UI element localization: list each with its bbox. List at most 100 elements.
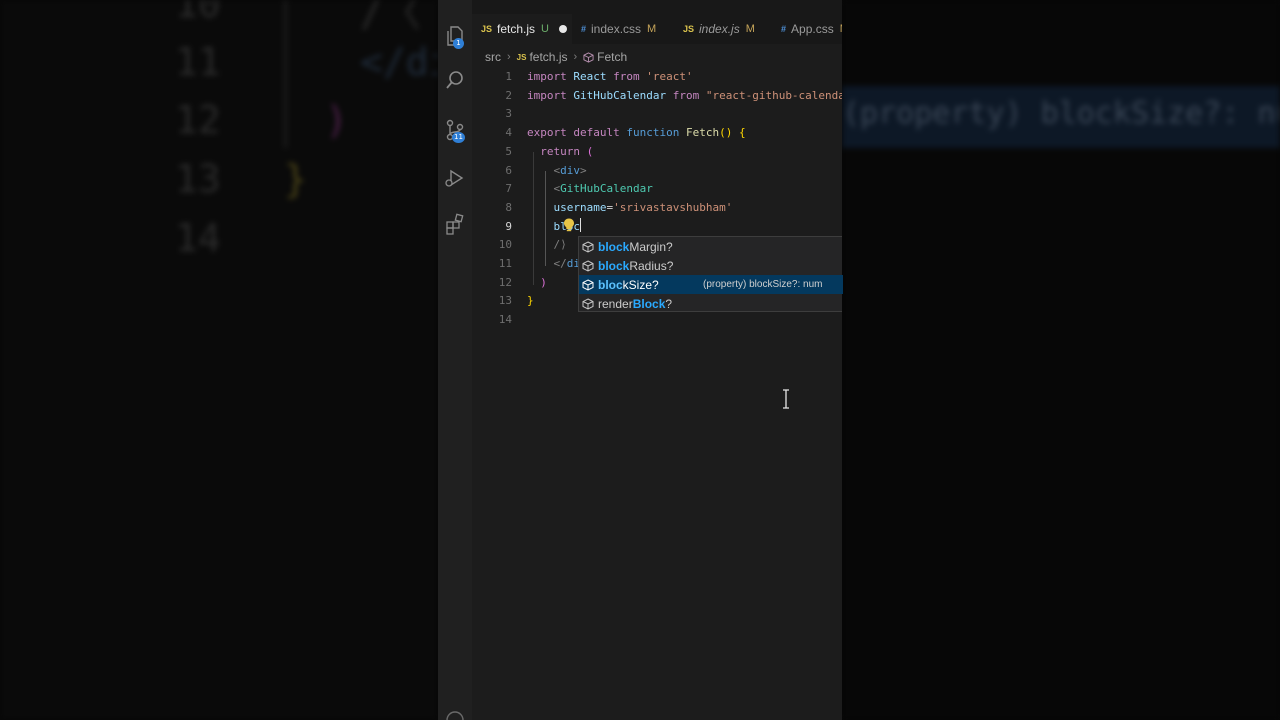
line-code: <GitHubCalendar — [527, 179, 653, 198]
code-token: 'srivastavshubham' — [613, 200, 733, 214]
code-line[interactable]: 8 username='srivastavshubham' — [472, 198, 842, 217]
source-control-badge: 11 — [452, 132, 465, 143]
background-code: } — [284, 157, 307, 201]
video-frame: 10 11 12 13 14 /〈 </di ) } (property) bl… — [0, 0, 1280, 720]
background-indent-guide — [284, 0, 287, 148]
text-caret — [580, 217, 581, 232]
code-line[interactable]: 9 bloc — [472, 217, 842, 236]
background-line-number: 13 — [175, 157, 221, 201]
line-number: 12 — [498, 275, 512, 289]
line-number: 3 — [505, 107, 512, 121]
line-code: /⟩ — [527, 235, 567, 254]
breadcrumb-folder[interactable]: src — [485, 50, 501, 64]
run-debug-icon[interactable] — [443, 166, 467, 190]
line-code: username='srivastavshubham' — [527, 198, 733, 217]
css-file-icon: # — [781, 24, 787, 34]
code-token: React — [573, 70, 607, 83]
property-icon — [582, 297, 594, 310]
line-number: 2 — [505, 88, 512, 102]
line-number: 14 — [498, 313, 512, 327]
extensions-icon[interactable] — [443, 212, 467, 236]
code-line[interactable]: 1 import React from 'react' — [472, 67, 842, 86]
breadcrumb: src › JS fetch.js › Fetch — [472, 48, 627, 66]
accounts-icon[interactable] — [443, 708, 467, 720]
code-token: () — [719, 126, 733, 140]
suggestion-item[interactable]: block Radius? — [579, 256, 843, 275]
line-code: return ( — [527, 142, 593, 161]
line-number: 5 — [505, 144, 512, 158]
suggestion-rest: kSize? — [622, 277, 659, 292]
code-token: import — [527, 70, 567, 83]
suggestion-item-selected[interactable]: bloc kSize? (property) blockSize?: num — [579, 275, 843, 294]
unsaved-dot-icon[interactable] — [558, 25, 567, 33]
line-number: 11 — [498, 257, 512, 270]
suggestion-item[interactable]: render Block? — [579, 294, 843, 313]
code-line[interactable]: 6 <div> — [472, 161, 842, 180]
code-token: import — [527, 88, 567, 102]
tab-index-css[interactable]: # index.css M — [572, 14, 674, 44]
code-token: GitHubCalendar — [573, 88, 667, 102]
breadcrumb-file[interactable]: fetch.js — [529, 50, 567, 64]
editor-tab-bar: JS fetch.js U # index.css M JS index.js … — [472, 14, 842, 44]
tab-app-css[interactable]: # App.css M — [772, 14, 842, 44]
code-token: </ — [553, 257, 567, 270]
activity-bar: 1 11 — [438, 0, 472, 720]
lightbulb-icon[interactable] — [561, 217, 577, 233]
suggestion-rest: ? — [665, 296, 673, 311]
title-strip — [472, 0, 842, 14]
code-token: { — [738, 126, 746, 140]
background-line-number: 10 — [175, 0, 221, 26]
background-suggestion-detail: (property) blockSize?: num — [842, 96, 1280, 131]
tab-fetch-js[interactable]: JS fetch.js U — [472, 14, 572, 44]
tab-status: M — [840, 23, 842, 35]
chevron-right-icon: › — [573, 51, 578, 63]
code-token: GitHubCalendar — [560, 182, 653, 196]
javascript-file-icon: JS — [516, 52, 527, 62]
line-number: 13 — [498, 294, 512, 308]
line-code: ) — [527, 273, 547, 292]
line-number: 1 — [505, 70, 512, 83]
code-token: Fetch — [685, 126, 720, 140]
background-line-number: 11 — [175, 40, 221, 84]
suggestion-rest: Margin? — [629, 239, 673, 254]
code-token: ( — [586, 144, 594, 158]
explorer-badge: 1 — [453, 38, 464, 49]
code-token: > — [580, 163, 587, 177]
background-code: ) — [325, 98, 348, 142]
code-token: ) — [540, 275, 547, 289]
line-number: 7 — [505, 182, 512, 196]
javascript-file-icon: JS — [481, 24, 493, 34]
background-line-number: 12 — [175, 98, 221, 142]
code-token: div — [560, 163, 580, 177]
tab-label: index.css — [591, 22, 642, 36]
breadcrumb-symbol[interactable]: Fetch — [597, 50, 627, 64]
code-line[interactable]: 2 import GitHubCalendar from "react-githu… — [472, 86, 842, 105]
tab-index-js[interactable]: JS index.js M — [674, 14, 772, 44]
line-number: 6 — [505, 163, 512, 177]
suggestion-match: block — [598, 239, 630, 254]
suggestion-item[interactable]: block Margin? — [579, 237, 843, 256]
css-file-icon: # — [581, 24, 587, 34]
search-icon[interactable] — [443, 68, 467, 92]
code-line[interactable]: 3 — [472, 104, 842, 123]
symbol-method-icon — [583, 51, 594, 63]
code-line[interactable]: 7 <GitHubCalendar — [472, 179, 842, 198]
line-code: import React from 'react' — [527, 67, 693, 86]
code-line[interactable]: 5 return ( — [472, 142, 842, 161]
tab-status: M — [647, 23, 657, 35]
background-code: </di — [360, 40, 438, 84]
chevron-right-icon: › — [507, 51, 511, 63]
suggestion-match: block — [598, 258, 630, 273]
suggestion-match: bloc — [598, 277, 623, 292]
tab-status: U — [541, 23, 549, 35]
tab-status: M — [745, 23, 755, 35]
code-line[interactable]: 4 export default function Fetch() { — [472, 123, 842, 142]
